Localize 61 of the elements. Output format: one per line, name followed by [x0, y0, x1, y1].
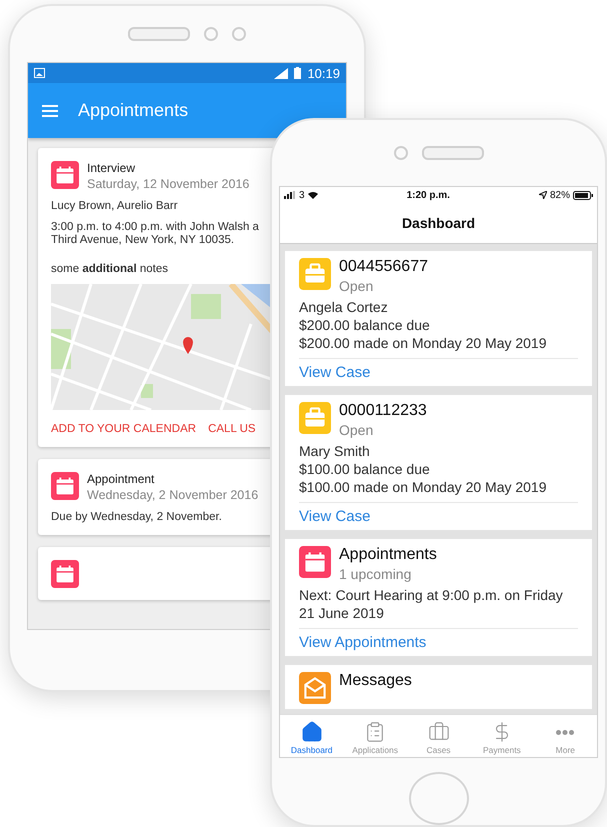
card-subtitle: 1 upcoming — [339, 566, 412, 582]
menu-icon[interactable] — [42, 104, 58, 116]
card-text: Angela Cortez — [299, 298, 389, 316]
calendar-icon — [51, 560, 79, 588]
sensor-dot — [204, 27, 218, 41]
battery-percent: 82% — [550, 190, 570, 200]
speaker-slot — [422, 146, 484, 160]
more-icon — [556, 730, 574, 735]
home-icon — [300, 721, 323, 743]
status-time: 10:19 — [307, 66, 340, 80]
battery-icon — [573, 190, 593, 200]
tab-bar-item[interactable]: Applications — [343, 715, 407, 757]
speaker-slot — [128, 27, 190, 41]
appointment-title: Appointment — [87, 472, 156, 486]
card-text: $200.00 balance due — [299, 316, 431, 334]
wifi-icon — [308, 191, 318, 199]
app-bar-title: Appointments — [78, 100, 188, 121]
tab-bar-item[interactable]: Dashboard — [280, 715, 344, 757]
action-link[interactable]: ADD TO YOUR CALENDAR — [51, 423, 196, 435]
card-text: Next: Court Hearing at 9:00 p.m. on Friday 21 June 2019 — [299, 586, 564, 622]
calendar-icon — [299, 546, 331, 578]
tab-bar-item[interactable]: Payments — [470, 715, 534, 757]
appointment-date: Saturday, 12 November 2016 — [87, 177, 250, 191]
action-link[interactable]: CALL US — [208, 423, 256, 435]
card-text: Mary Smith — [299, 442, 371, 460]
appointment-text: Lucy Brown, Aurelio Barr — [51, 200, 179, 212]
appointment-notes: some additional notes — [51, 263, 169, 275]
briefcase-icon — [299, 402, 331, 434]
navigation-title: Dashboard — [402, 215, 476, 231]
location-arrow-icon — [538, 191, 547, 199]
card-text: $200.00 made on Monday 20 May 2019 — [299, 334, 548, 352]
briefcase-icon — [428, 721, 450, 743]
signal-icon — [274, 68, 288, 78]
card-title: 0000112233 — [339, 402, 427, 420]
image-icon — [34, 68, 45, 78]
signal-icon — [284, 191, 296, 199]
card-subtitle: Open — [339, 278, 374, 294]
tab-bar-item[interactable]: Cases — [406, 715, 470, 757]
card-title: Messages — [339, 672, 412, 690]
tab-bar-item[interactable]: More — [534, 715, 597, 757]
camera-dot — [394, 146, 408, 160]
appointment-text: 3:00 p.m. to 4:00 p.m. with John Walsh a — [51, 221, 260, 233]
envelope-icon — [299, 672, 331, 704]
briefcase-icon — [299, 258, 331, 290]
card-link[interactable]: View Case — [299, 358, 578, 381]
card-subtitle: Open — [339, 422, 374, 438]
card-text: $100.00 balance due — [299, 460, 431, 478]
appointment-text: Third Avenue, New York, NY 10035. — [51, 234, 236, 246]
carrier-label: 3 — [299, 190, 305, 200]
sensor-dot — [232, 27, 246, 41]
battery-icon — [294, 67, 302, 79]
card-title: 0044556677 — [339, 258, 428, 276]
appointment-date: Wednesday, 2 November 2016 — [87, 488, 258, 502]
status-time: 1:20 p.m. — [406, 190, 450, 200]
calendar-icon — [51, 161, 79, 189]
card-title: Appointments — [339, 546, 437, 564]
card-text: $100.00 made on Monday 20 May 2019 — [299, 478, 548, 496]
calendar-icon — [51, 472, 79, 500]
card-link[interactable]: View Case — [299, 502, 578, 525]
appointment-title: Interview — [87, 161, 136, 175]
card-link[interactable]: View Appointments — [299, 628, 578, 651]
